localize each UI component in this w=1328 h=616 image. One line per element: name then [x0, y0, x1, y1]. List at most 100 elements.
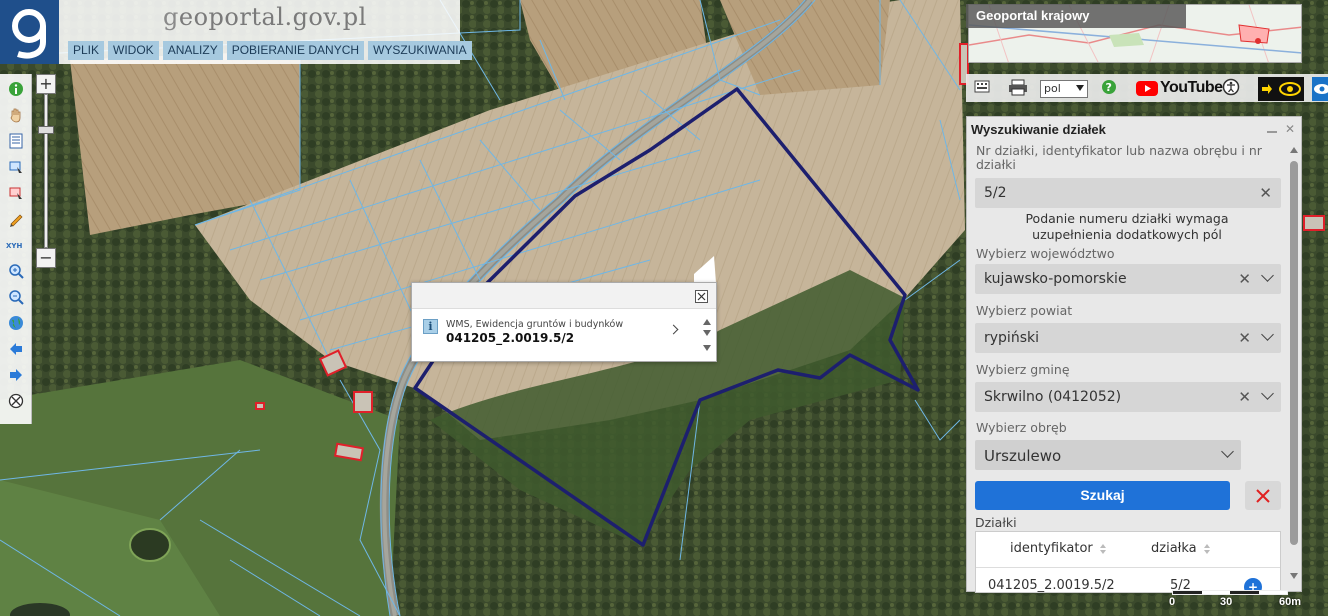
sort-icon	[1203, 543, 1210, 554]
map-scale: 0 30 60m	[1168, 588, 1308, 616]
xyh-coordinates-icon[interactable]: XYH	[4, 234, 28, 256]
legend-icon[interactable]	[4, 130, 28, 152]
scale-segment	[1258, 591, 1287, 594]
popup-close-button[interactable]	[695, 290, 708, 303]
select-remove-icon[interactable]	[4, 182, 28, 204]
zoom-in-icon[interactable]	[4, 260, 28, 282]
column-dzialka[interactable]: działka	[1151, 541, 1211, 556]
minimize-icon[interactable]	[1267, 131, 1277, 133]
parcel-label: Nr działki, identyfikator lub nazwa obrę…	[976, 143, 1262, 172]
youtube-icon	[1136, 81, 1158, 96]
zoom-out-icon[interactable]	[4, 286, 28, 308]
menu-analizy[interactable]: ANALIZY	[162, 41, 223, 60]
county-select[interactable]: rypiński ✕	[975, 323, 1281, 353]
previous-view-arrow-icon[interactable]	[4, 338, 28, 360]
menu-pobieranie-danych[interactable]: POBIERANIE DANYCH	[226, 41, 365, 60]
panel-close-icon[interactable]: ✕	[1285, 123, 1295, 135]
close-icon	[697, 292, 706, 301]
row-identyfikator[interactable]: 041205_2.0019.5/2	[988, 578, 1115, 592]
accessibility-icon[interactable]	[1222, 78, 1240, 100]
measure-pencil-icon[interactable]	[4, 208, 28, 230]
site-title[interactable]: geoportal.gov.pl	[163, 3, 367, 31]
scale-label-30: 30	[1220, 596, 1233, 608]
scroll-mid-icon	[703, 330, 711, 336]
clear-search-button[interactable]	[1245, 481, 1281, 510]
left-toolbar: XYH	[0, 74, 32, 424]
county-value: rypiński	[984, 330, 1039, 346]
commune-value: Skrwilno (0412052)	[984, 389, 1122, 405]
scroll-up-icon[interactable]	[1290, 147, 1298, 153]
parcel-number-value: 5/2	[984, 185, 1007, 201]
zoom-slider: + −	[34, 74, 58, 274]
close-icon	[1256, 489, 1270, 503]
site-title-rest: eoportal.gov.pl	[178, 3, 367, 31]
precinct-select[interactable]: Urszulewo	[975, 440, 1241, 470]
visibility-toggle[interactable]	[1258, 77, 1304, 101]
column-identyfikator-label: identyfikator	[1010, 541, 1093, 556]
scrollbar-thumb[interactable]	[1290, 161, 1298, 545]
scale-segment	[1230, 591, 1259, 594]
menu-wyszukiwania[interactable]: WYSZUKIWANIA	[368, 41, 472, 60]
results-label: Działki	[975, 515, 1017, 530]
column-dzialka-label: działka	[1151, 541, 1197, 556]
chevron-down-icon	[1261, 328, 1274, 341]
language-select[interactable]: pol	[1040, 80, 1088, 98]
parcel-number-input[interactable]: 5/2 ✕	[975, 178, 1281, 208]
zoom-slider-knob[interactable]	[38, 126, 54, 134]
sort-icon	[1099, 543, 1106, 554]
popup-header	[412, 283, 716, 309]
scale-label-0: 0	[1169, 596, 1176, 608]
scale-label-60: 60m	[1279, 596, 1302, 608]
commune-label: Wybierz gminę	[976, 362, 1070, 377]
zoom-plus-button[interactable]: +	[36, 74, 56, 94]
menu-widok[interactable]: WIDOK	[108, 41, 159, 60]
geoportal-logo[interactable]	[0, 0, 59, 64]
chevron-down-icon	[1261, 269, 1274, 282]
info-tool-icon[interactable]	[4, 78, 28, 100]
scroll-up-icon[interactable]	[703, 319, 711, 325]
zoom-minus-button[interactable]: −	[36, 248, 56, 268]
keyboard-icon[interactable]	[974, 78, 990, 100]
popup-tail	[694, 256, 716, 283]
youtube-link[interactable]: YouTube	[1136, 79, 1223, 97]
scroll-down-icon[interactable]	[703, 345, 711, 351]
voivodeship-value: kujawsko-pomorskie	[984, 271, 1127, 287]
youtube-label: YouTube	[1160, 79, 1223, 96]
menu-plik[interactable]: PLIK	[68, 41, 105, 60]
overview-label[interactable]: Geoportal krajowy	[976, 8, 1089, 23]
voivodeship-label: Wybierz województwo	[976, 246, 1115, 261]
help-icon[interactable]: ?	[1100, 78, 1118, 100]
table-divider	[976, 567, 1280, 568]
chevron-down-icon	[1221, 445, 1234, 458]
voivodeship-select[interactable]: kujawsko-pomorskie ✕	[975, 264, 1281, 294]
panel-scrollbar[interactable]	[1290, 147, 1298, 587]
printer-icon[interactable]	[1008, 78, 1028, 100]
column-identyfikator[interactable]: identyfikator	[1010, 541, 1107, 556]
site-title-g: g	[163, 3, 179, 31]
pan-hand-icon[interactable]	[4, 104, 28, 126]
scale-segment	[1173, 591, 1202, 594]
search-button[interactable]: Szukaj	[975, 481, 1230, 510]
chevron-right-icon[interactable]	[668, 324, 679, 335]
chevron-down-icon	[1076, 85, 1084, 91]
results-table: identyfikator działka 041205_2.0019.5/2 …	[975, 531, 1281, 593]
clear-county-icon[interactable]: ✕	[1238, 329, 1251, 347]
select-area-icon[interactable]	[4, 156, 28, 178]
svg-text:?: ?	[1106, 81, 1112, 94]
eye-blue-icon[interactable]	[1312, 77, 1328, 101]
next-view-arrow-icon[interactable]	[4, 364, 28, 386]
commune-select[interactable]: Skrwilno (0412052) ✕	[975, 382, 1281, 412]
clear-commune-icon[interactable]: ✕	[1238, 388, 1251, 406]
popup-parcel-id[interactable]: 041205_2.0019.5/2	[446, 331, 574, 345]
main-menu: PLIK WIDOK ANALIZY POBIERANIE DANYCH WYS…	[68, 41, 472, 60]
zoom-track[interactable]	[44, 94, 48, 248]
county-label: Wybierz powiat	[976, 303, 1073, 318]
scale-segment	[1201, 591, 1230, 594]
chevron-down-icon	[1261, 387, 1274, 400]
clear-parcel-icon[interactable]: ✕	[1259, 184, 1272, 202]
clear-voivodeship-icon[interactable]: ✕	[1238, 270, 1251, 288]
scale-bar	[1172, 590, 1288, 595]
globe-full-extent-icon[interactable]	[4, 312, 28, 334]
clear-tool-icon[interactable]	[4, 390, 28, 412]
scroll-down-icon[interactable]	[1290, 573, 1298, 579]
